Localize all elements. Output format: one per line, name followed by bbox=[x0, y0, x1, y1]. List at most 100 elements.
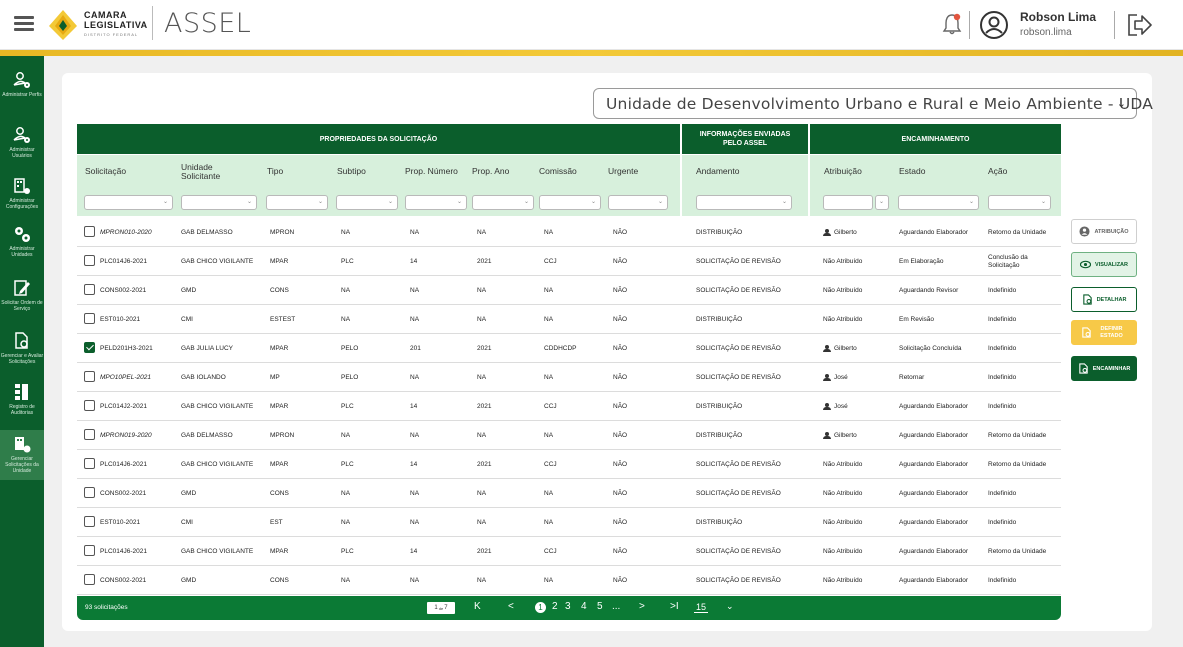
unit-select[interactable]: Unidade de Desenvolvimento Urbano e Rura… bbox=[593, 88, 1153, 119]
column-header[interactable]: Prop. Ano bbox=[472, 155, 509, 188]
filter-unidade[interactable]: ⌄ bbox=[181, 195, 257, 210]
cell-text: GAB CHICO VIGILANTE bbox=[181, 460, 254, 468]
sidebar-item[interactable]: Administrar Perfis bbox=[0, 70, 44, 112]
per-page-select[interactable]: 15 bbox=[694, 602, 709, 613]
cell-text: MPRON bbox=[270, 431, 295, 439]
table-row[interactable]: EST010-2021 CMI ESTEST NA NA NA NA NÃO DISTRIBUI… bbox=[77, 305, 1061, 334]
column-header[interactable]: Prop. Número bbox=[405, 155, 458, 188]
cell-text: CONS002-2021 bbox=[100, 489, 147, 497]
row-checkbox[interactable] bbox=[84, 255, 95, 266]
page-number[interactable]: 2 bbox=[552, 601, 558, 612]
cell-text: Indefinido bbox=[988, 315, 1017, 323]
column-header[interactable]: Atribuição bbox=[824, 155, 862, 188]
cell-text: CCJ bbox=[544, 257, 557, 265]
column-header[interactable]: Solicitação bbox=[85, 155, 126, 188]
action-button[interactable]: ATRIBUIÇÃO bbox=[1071, 219, 1137, 244]
row-checkbox[interactable] bbox=[84, 429, 95, 440]
filter-prop-ano[interactable]: ⌄ bbox=[472, 195, 534, 210]
filter-andamento[interactable]: ⌄ bbox=[696, 195, 792, 210]
sidebar-item[interactable]: Solicitar Ordem de Serviço bbox=[0, 278, 44, 322]
column-header[interactable]: Andamento bbox=[696, 155, 739, 188]
cell-text: Aguardando Revisor bbox=[899, 286, 959, 294]
column-header[interactable]: Ação bbox=[988, 155, 1007, 188]
row-checkbox[interactable] bbox=[84, 284, 95, 295]
column-header-bar bbox=[77, 155, 680, 188]
filter-tipo[interactable]: ⌄ bbox=[266, 195, 328, 210]
row-checkbox[interactable] bbox=[84, 516, 95, 527]
table-row[interactable]: CONS002-2021 GMD CONS NA NA NA NA NÃO SOLICITAÇÃ… bbox=[77, 566, 1061, 595]
menu-icon[interactable] bbox=[14, 13, 34, 35]
page-number-active[interactable]: 1 bbox=[535, 602, 546, 613]
row-checkbox[interactable] bbox=[84, 371, 95, 382]
table-row[interactable]: MPO10PEL-2021 GAB IOLANDO MP PELO NA NA NA NÃO S… bbox=[77, 363, 1061, 392]
column-header[interactable]: Comissão bbox=[539, 155, 577, 188]
row-checkbox[interactable] bbox=[84, 226, 95, 237]
action-button-label: DEFINIR ESTADO bbox=[1100, 325, 1123, 339]
action-button[interactable]: ENCAMINHAR bbox=[1071, 356, 1137, 381]
action-button[interactable]: DEFINIR ESTADO bbox=[1071, 320, 1137, 345]
first-page-button[interactable]: K bbox=[474, 601, 481, 612]
row-checkbox[interactable] bbox=[84, 458, 95, 469]
column-header[interactable]: Subtipo bbox=[337, 155, 366, 188]
table-row[interactable]: PLC014J2-2021 GAB CHICO VIGILANTE MPAR PLC 1… bbox=[77, 392, 1061, 421]
filter-estado[interactable]: ⌄ bbox=[898, 195, 979, 210]
table-row[interactable]: PELD201H3-2021 GAB JULIA LUCY MPAR PELO 201 2… bbox=[77, 334, 1061, 363]
page-number[interactable]: 3 bbox=[565, 601, 571, 612]
action-button[interactable]: DETALHAR bbox=[1071, 287, 1137, 312]
table-row[interactable]: CONS002-2021 GMD CONS NA NA NA NA NÃO SOLICITAÇÃ… bbox=[77, 276, 1061, 305]
cell-text: MP bbox=[270, 373, 280, 381]
page-number[interactable]: 5 bbox=[597, 601, 603, 612]
row-checkbox[interactable] bbox=[84, 400, 95, 411]
cell-acao: Indefinido bbox=[988, 566, 1058, 595]
sidebar-item[interactable]: Administrar Usuários bbox=[0, 125, 44, 167]
filter-comissao[interactable]: ⌄ bbox=[539, 195, 601, 210]
row-checkbox[interactable] bbox=[84, 487, 95, 498]
row-checkbox[interactable] bbox=[84, 342, 95, 353]
user-avatar-icon[interactable] bbox=[979, 10, 1009, 40]
column-header[interactable]: Tipo bbox=[267, 155, 283, 188]
cell-atr: José bbox=[823, 363, 848, 392]
logout-icon[interactable] bbox=[1125, 12, 1153, 38]
prev-page-button[interactable]: < bbox=[508, 601, 514, 612]
column-header[interactable]: Estado bbox=[899, 155, 925, 188]
last-page-button[interactable]: >I bbox=[670, 601, 679, 612]
row-checkbox[interactable] bbox=[84, 545, 95, 556]
bell-icon[interactable] bbox=[941, 12, 963, 36]
next-page-button[interactable]: > bbox=[639, 601, 645, 612]
cell-text: CONS002-2021 bbox=[100, 286, 147, 294]
page-number[interactable]: 4 bbox=[581, 601, 587, 612]
chevron-down-icon: ⌄ bbox=[726, 601, 734, 611]
sidebar-item[interactable]: Registro de Auditorias bbox=[0, 382, 44, 420]
table-row[interactable]: PLC014J6-2021 GAB CHICO VIGILANTE MPAR PLC 1… bbox=[77, 537, 1061, 566]
sidebar-item[interactable]: Gerenciar Solicitações da Unidade bbox=[0, 430, 44, 480]
divider bbox=[969, 11, 970, 39]
sidebar-item[interactable]: Gerenciar e Avaliar Solicitações bbox=[0, 331, 44, 377]
table-row[interactable]: PLC014J6-2021 GAB CHICO VIGILANTE MPAR PLC 1… bbox=[77, 450, 1061, 479]
person-icon bbox=[823, 403, 831, 410]
table-row[interactable]: CONS002-2021 GMD CONS NA NA NA NA NÃO SOLICITAÇÃ… bbox=[77, 479, 1061, 508]
column-header[interactable]: Unidade Solicitante bbox=[181, 155, 241, 188]
cell-sub: NA bbox=[341, 218, 350, 247]
table-row[interactable]: MPRON019-2020 GAB DELMASSO MPRON NA NA NA NA NÃ… bbox=[77, 421, 1061, 450]
filter-prop-numero[interactable]: ⌄ bbox=[405, 195, 467, 210]
page-input[interactable]: 1 de 7 bbox=[427, 602, 455, 614]
table-row[interactable]: PLC014J6-2021 GAB CHICO VIGILANTE MPAR PLC 1… bbox=[77, 247, 1061, 276]
cell-tipo: ESTEST bbox=[270, 305, 295, 334]
filter-solicitacao[interactable]: ⌄ bbox=[84, 195, 173, 210]
cell-text: NÃO bbox=[613, 286, 628, 294]
sidebar-item[interactable]: Administrar Unidades bbox=[0, 224, 44, 264]
table-row[interactable]: MPRON010-2020 GAB DELMASSO MPRON NA NA NA NA NÃ… bbox=[77, 218, 1061, 247]
filter-atribuicao-toggle[interactable]: ⌄ bbox=[875, 195, 889, 210]
row-checkbox[interactable] bbox=[84, 313, 95, 324]
filter-acao[interactable]: ⌄ bbox=[988, 195, 1051, 210]
filter-subtipo[interactable]: ⌄ bbox=[336, 195, 398, 210]
filter-atribuicao[interactable] bbox=[823, 195, 873, 210]
action-button[interactable]: VISUALIZAR bbox=[1071, 252, 1137, 277]
table-row[interactable]: EST010-2021 CMI EST NA NA NA NA NÃO DISTRIBUIÇÃO… bbox=[77, 508, 1061, 537]
cell-text: José bbox=[834, 402, 848, 410]
filter-urgente[interactable]: ⌄ bbox=[608, 195, 668, 210]
column-header[interactable]: Urgente bbox=[608, 155, 638, 188]
sidebar-item[interactable]: Administrar Configurações bbox=[0, 176, 44, 218]
cell-text: PLC bbox=[341, 402, 354, 410]
row-checkbox[interactable] bbox=[84, 574, 95, 585]
